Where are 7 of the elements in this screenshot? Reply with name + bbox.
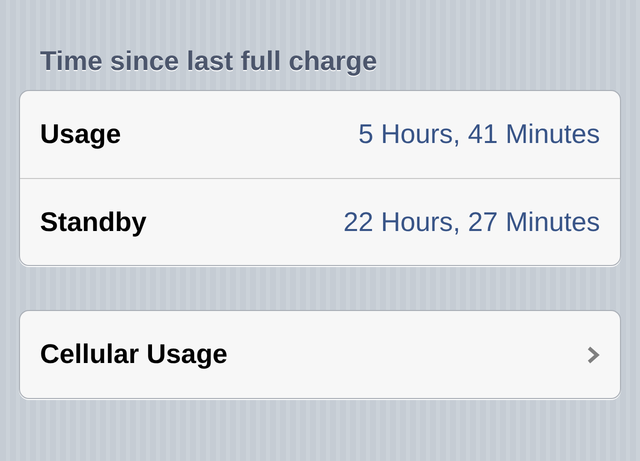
section-header: Time since last full charge	[39, 44, 378, 78]
row-value: 22 Hours, 27 Minutes	[343, 206, 600, 238]
row-label: Usage	[40, 119, 122, 150]
row-label: Standby	[40, 206, 147, 238]
chevron-icon	[587, 346, 600, 364]
cellular-usage-row[interactable]: Cellular Usage	[20, 311, 620, 398]
row-value: 5 Hours, 41 Minutes	[358, 119, 600, 150]
